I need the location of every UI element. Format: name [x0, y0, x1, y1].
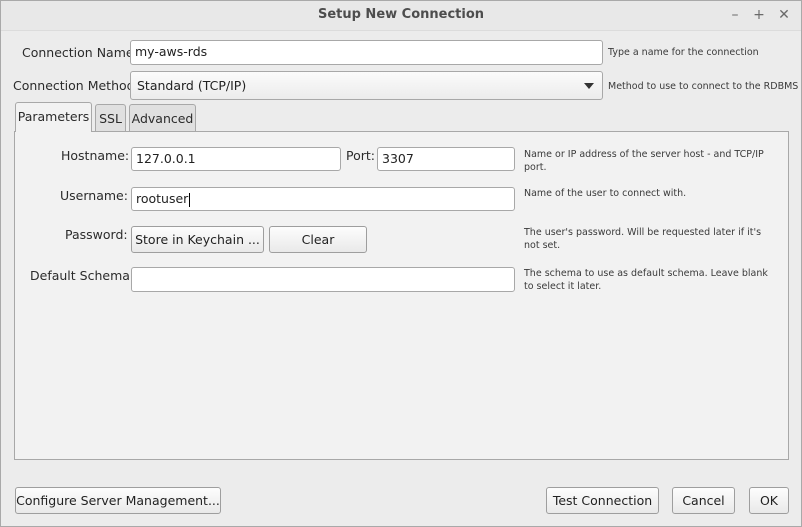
chevron-down-icon: [584, 83, 594, 89]
tab-advanced[interactable]: Advanced: [129, 104, 196, 132]
username-input[interactable]: rootuser: [131, 187, 515, 211]
username-value: rootuser: [136, 191, 189, 206]
connection-name-label: Connection Name:: [22, 45, 138, 60]
tab-ssl[interactable]: SSL: [95, 104, 126, 132]
port-input[interactable]: 3307: [377, 147, 515, 171]
hostname-label: Hostname:: [61, 148, 130, 163]
text-cursor: [189, 192, 191, 207]
minimize-icon[interactable]: –: [727, 7, 743, 23]
default-schema-label: Default Schema:: [30, 268, 135, 283]
password-label: Password:: [65, 227, 128, 242]
configure-server-management-button[interactable]: Configure Server Management...: [15, 487, 221, 514]
connection-method-select[interactable]: Standard (TCP/IP): [130, 71, 603, 100]
hostname-input[interactable]: 127.0.0.1: [131, 147, 341, 171]
window-title: Setup New Connection: [317, 7, 485, 22]
connection-method-label: Connection Method:: [13, 78, 139, 93]
default-schema-hint: The schema to use as default schema. Lea…: [524, 268, 768, 292]
connection-name-input[interactable]: my-aws-rds: [130, 40, 603, 65]
tab-parameters[interactable]: Parameters: [15, 102, 92, 132]
maximize-icon[interactable]: +: [751, 7, 767, 23]
username-label: Username:: [60, 188, 128, 203]
password-hint: The user's password. Will be requested l…: [524, 227, 762, 251]
close-icon[interactable]: ✕: [776, 7, 792, 23]
cancel-button[interactable]: Cancel: [672, 487, 735, 514]
connection-method-hint: Method to use to connect to the RDBMS: [608, 81, 799, 92]
ok-button[interactable]: OK: [749, 487, 789, 514]
setup-connection-dialog: Setup New Connection – + ✕ Connection Na…: [0, 0, 802, 527]
hostname-hint: Name or IP address of the server host - …: [524, 149, 764, 173]
test-connection-button[interactable]: Test Connection: [546, 487, 659, 514]
default-schema-input[interactable]: [131, 267, 515, 292]
parameters-panel: Hostname: 127.0.0.1 Port: 3307 Name or I…: [14, 131, 789, 460]
connection-name-hint: Type a name for the connection: [608, 47, 759, 58]
store-in-keychain-button[interactable]: Store in Keychain ...: [131, 226, 264, 253]
connection-method-value: Standard (TCP/IP): [137, 78, 247, 93]
title-bar[interactable]: Setup New Connection – + ✕: [1, 1, 801, 31]
port-label: Port:: [346, 148, 375, 163]
clear-password-button[interactable]: Clear: [269, 226, 367, 253]
username-hint: Name of the user to connect with.: [524, 188, 687, 199]
